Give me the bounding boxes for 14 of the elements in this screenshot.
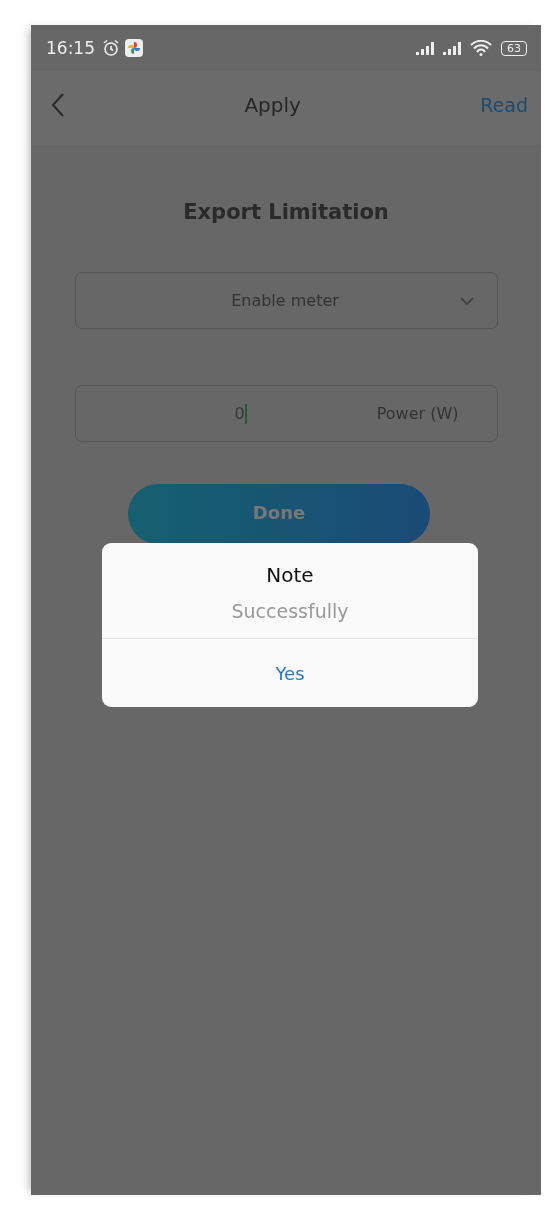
status-time: 16:15 (46, 38, 95, 58)
yes-button[interactable]: Yes (102, 638, 478, 707)
pinwheel-app-icon (125, 39, 143, 57)
read-link[interactable]: Read (480, 94, 528, 116)
done-button[interactable]: Done (128, 484, 430, 544)
screen-title: Apply (243, 93, 302, 117)
dialog-message: Successfully (231, 600, 349, 624)
section-heading: Export Limitation (183, 200, 389, 224)
wifi-icon (470, 40, 492, 56)
chevron-down-icon (458, 295, 475, 306)
alarm-clock-icon (102, 39, 120, 57)
battery-indicator: 63 (501, 40, 527, 56)
dialog-title: Note (266, 563, 314, 587)
back-icon[interactable] (51, 92, 65, 118)
